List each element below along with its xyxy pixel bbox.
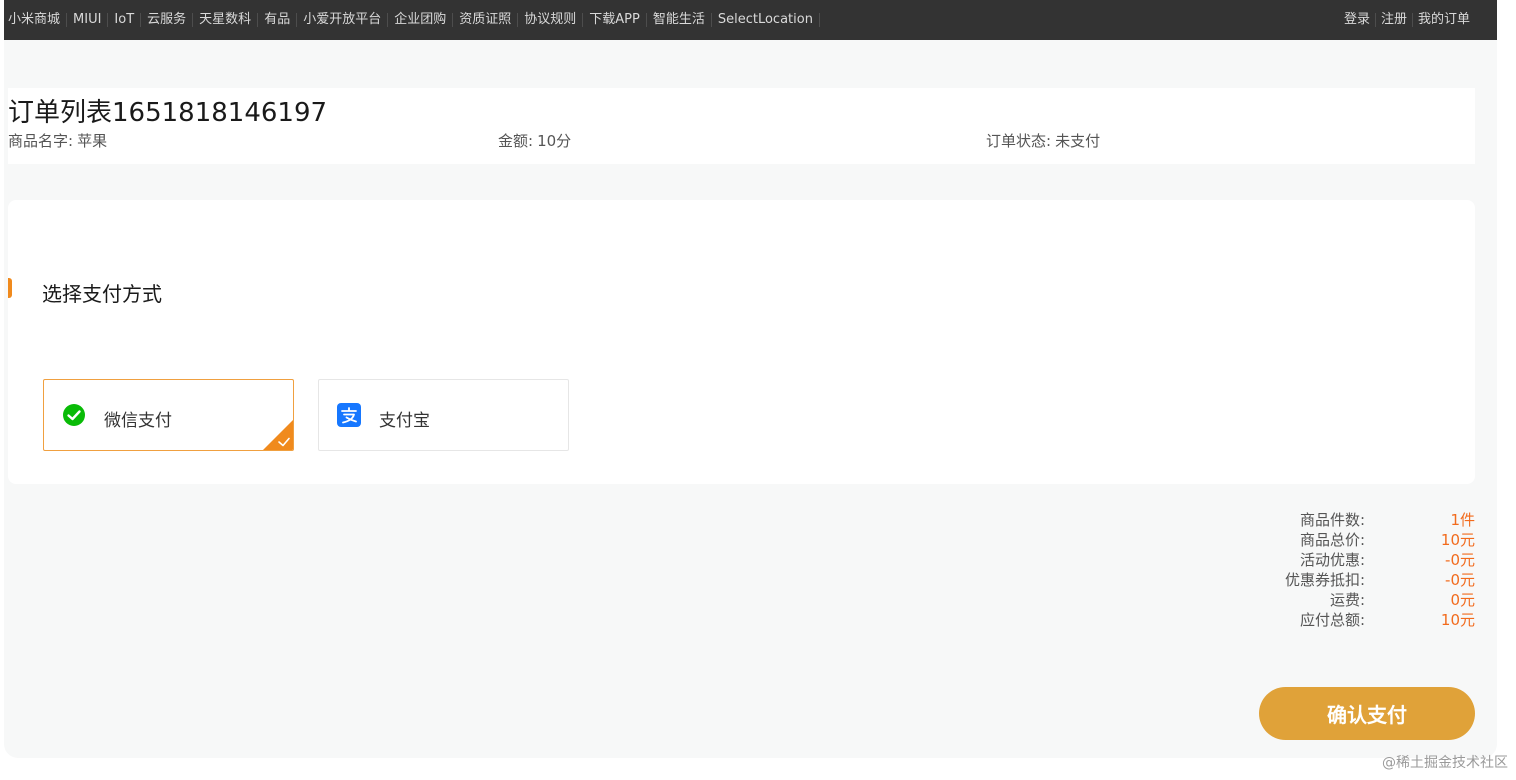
section-accent-bar <box>8 278 12 298</box>
wechat-pay-option[interactable]: 微信支付 <box>43 379 294 451</box>
order-status-label: 订单状态: <box>986 132 1052 150</box>
summary-row-total-price: 商品总价: 10元 <box>1215 530 1475 550</box>
page-frame: 小米商城 MIUI IoT 云服务 天星数科 有品 小爱开放平台 企业团购 资质… <box>4 0 1497 758</box>
summary-label: 运费: <box>1329 591 1365 609</box>
product-name-label: 商品名字: <box>8 132 74 150</box>
summary-row-coupon: 优惠券抵扣: -0元 <box>1215 570 1475 590</box>
nav-link-xiaoai[interactable]: 小爱开放平台 <box>297 13 389 27</box>
summary-value: 10元 <box>1440 611 1475 629</box>
nav-link-iot[interactable]: IoT <box>108 13 142 27</box>
summary-value: -0元 <box>1445 571 1475 589</box>
payment-method-heading: 选择支付方式 <box>42 282 162 306</box>
nav-link-mi-store[interactable]: 小米商城 <box>8 13 68 27</box>
product-name-info: 商品名字: 苹果 <box>8 130 107 151</box>
nav-link-download-app[interactable]: 下载APP <box>583 13 647 27</box>
wechat-pay-label: 微信支付 <box>104 411 172 431</box>
nav-link-youpin[interactable]: 有品 <box>258 13 298 27</box>
summary-label: 商品件数: <box>1299 511 1365 529</box>
summary-row-amount-due: 应付总额: 10元 <box>1215 610 1475 630</box>
order-title: 订单列表1651818146197 <box>8 98 328 128</box>
summary-label: 商品总价: <box>1299 531 1365 549</box>
wechat-pay-icon <box>63 404 85 426</box>
amount-info: 金额: 10分 <box>498 130 571 151</box>
summary-label: 应付总额: <box>1299 611 1365 629</box>
nav-link-licenses[interactable]: 资质证照 <box>453 13 519 27</box>
nav-link-select-location[interactable]: SelectLocation <box>712 13 820 27</box>
nav-link-miui[interactable]: MIUI <box>67 13 109 27</box>
top-nav-right: 登录 注册 我的订单 <box>1339 0 1475 40</box>
nav-link-rules[interactable]: 协议规则 <box>518 13 584 27</box>
login-link[interactable]: 登录 <box>1339 13 1376 27</box>
watermark: @稀土掘金技术社区 <box>1382 755 1508 771</box>
summary-label: 活动优惠: <box>1299 551 1365 569</box>
nav-link-smart-life[interactable]: 智能生活 <box>647 13 712 27</box>
order-status-value: 未支付 <box>1055 132 1101 150</box>
payment-method-card: 选择支付方式 微信支付 支付宝 <box>8 200 1475 484</box>
summary-value: 10元 <box>1440 531 1475 549</box>
summary-row-promotion: 活动优惠: -0元 <box>1215 550 1475 570</box>
confirm-payment-button[interactable]: 确认支付 <box>1259 687 1475 740</box>
selected-check-icon <box>263 420 293 450</box>
nav-link-cloud[interactable]: 云服务 <box>141 13 194 27</box>
alipay-icon <box>337 403 361 427</box>
amount-value: 10分 <box>537 132 572 150</box>
top-nav-bar: 小米商城 MIUI IoT 云服务 天星数科 有品 小爱开放平台 企业团购 资质… <box>4 0 1497 40</box>
order-status-info: 订单状态: 未支付 <box>986 130 1100 151</box>
nav-link-enterprise[interactable]: 企业团购 <box>388 13 454 27</box>
order-summary: 商品件数: 1件 商品总价: 10元 活动优惠: -0元 优惠券抵扣: -0元 … <box>1215 510 1475 630</box>
register-link[interactable]: 注册 <box>1376 13 1413 27</box>
alipay-label: 支付宝 <box>379 411 430 431</box>
summary-value: 0元 <box>1450 591 1475 609</box>
summary-label: 优惠券抵扣: <box>1284 571 1365 589</box>
nav-link-tianxing[interactable]: 天星数科 <box>193 13 259 27</box>
alipay-option[interactable]: 支付宝 <box>318 379 569 451</box>
summary-row-shipping: 运费: 0元 <box>1215 590 1475 610</box>
top-nav-left: 小米商城 MIUI IoT 云服务 天星数科 有品 小爱开放平台 企业团购 资质… <box>8 0 820 40</box>
my-orders-link[interactable]: 我的订单 <box>1413 13 1475 27</box>
summary-value: 1件 <box>1450 511 1475 529</box>
summary-value: -0元 <box>1445 551 1475 569</box>
order-info-card: 订单列表1651818146197 商品名字: 苹果 金额: 10分 订单状态: 未支… <box>8 88 1475 164</box>
amount-label: 金额: <box>498 132 534 150</box>
summary-row-item-count: 商品件数: 1件 <box>1215 510 1475 530</box>
product-name-value: 苹果 <box>77 132 108 150</box>
